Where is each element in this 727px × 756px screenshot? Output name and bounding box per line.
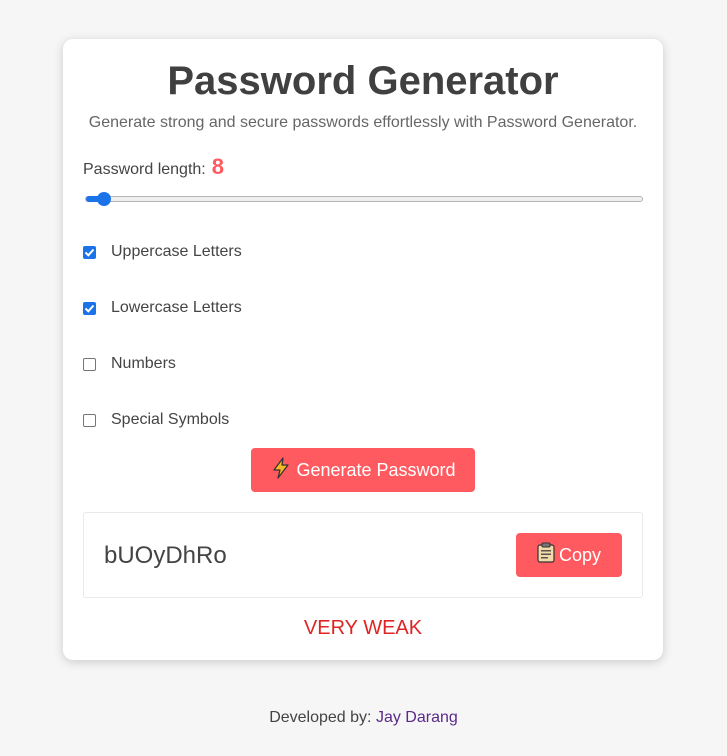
author-link[interactable]: Jay Darang: [376, 709, 458, 726]
page-title: Password Generator: [167, 59, 559, 103]
generated-password: bUOyDhRo: [104, 542, 227, 569]
generate-password-button[interactable]: Generate Password: [251, 448, 475, 492]
footer-prefix: Developed by:: [269, 709, 372, 726]
clipboard-icon: [537, 542, 555, 568]
symbols-checkbox[interactable]: [83, 413, 96, 427]
lowercase-checkbox[interactable]: [83, 301, 96, 315]
password-result-box: bUOyDhRo Copy: [83, 512, 643, 598]
generate-label: Generate Password: [296, 459, 456, 480]
footer: Developed by: Jay Darang: [0, 709, 727, 727]
length-slider[interactable]: [85, 192, 643, 206]
option-symbols[interactable]: Special Symbols: [83, 411, 229, 429]
option-label: Special Symbols: [111, 411, 230, 428]
lightning-icon: [270, 456, 292, 484]
copy-button[interactable]: Copy: [516, 533, 622, 577]
page-subtitle: Generate strong and secure passwords eff…: [88, 114, 638, 131]
strength-indicator: VERY WEAK: [303, 617, 423, 639]
option-numbers[interactable]: Numbers: [83, 355, 176, 373]
option-label: Numbers: [111, 355, 176, 372]
length-value: 8: [211, 154, 224, 179]
option-lowercase[interactable]: Lowercase Letters: [83, 299, 242, 317]
generator-card: Password Generator Generate strong and s…: [63, 39, 663, 660]
length-label: Password length:: [83, 161, 206, 178]
slider-thumb[interactable]: [97, 192, 111, 206]
copy-label: Copy: [558, 544, 602, 565]
uppercase-checkbox[interactable]: [83, 245, 96, 259]
option-label: Uppercase Letters: [111, 243, 242, 260]
option-label: Lowercase Letters: [111, 299, 242, 316]
option-uppercase[interactable]: Uppercase Letters: [83, 243, 242, 261]
length-row: Password length: 8: [83, 154, 224, 180]
numbers-checkbox[interactable]: [83, 357, 96, 371]
